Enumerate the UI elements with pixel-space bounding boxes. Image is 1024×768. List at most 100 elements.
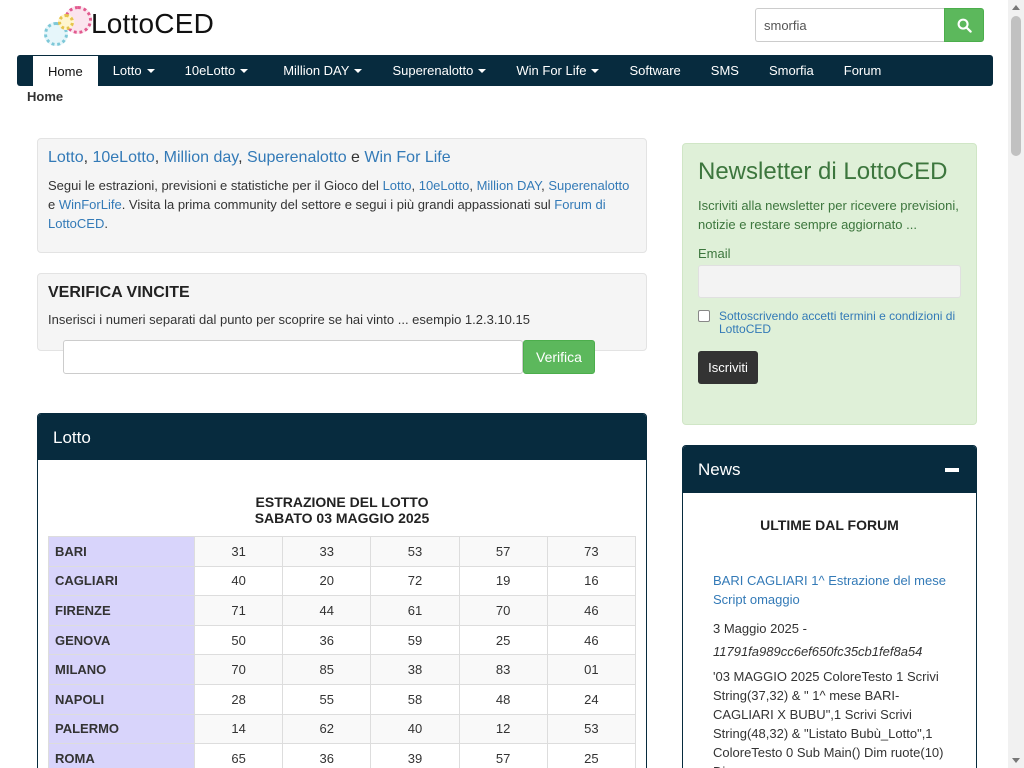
text-link-lotto[interactable]: Lotto [383, 178, 412, 193]
drawn-number: 65 [193, 743, 284, 768]
table-row: MILANO 70 85 38 83 01 [48, 654, 637, 685]
lotto-draw-caption: ESTRAZIONE DEL LOTTO SABATO 03 MAGGIO 20… [254, 494, 430, 526]
intro-link-million-day[interactable]: Million day [164, 149, 238, 166]
wheel-name: BARI [48, 536, 195, 567]
drawn-number: 01 [546, 654, 637, 685]
verify-form: Verifica [63, 340, 595, 374]
intro-link-lotto[interactable]: Lotto [48, 149, 84, 166]
news-post-hash: 11791fa989cc6ef650fc35cb1fef8a54 [713, 644, 923, 659]
nav-win-for-life[interactable]: Win For Life [501, 55, 614, 86]
intro-text: Segui le estrazioni, previsioni e statis… [48, 178, 630, 231]
wheel-name: GENOVA [48, 624, 195, 656]
collapse-minus-icon[interactable] [945, 468, 959, 472]
scroll-up-arrow-icon[interactable] [1012, 5, 1020, 10]
wheel-name: PALERMO [48, 713, 195, 745]
intro-link-superenalotto[interactable]: Superenalotto [247, 149, 347, 166]
drawn-number: 14 [193, 713, 284, 745]
drawn-number: 25 [458, 624, 548, 656]
text-link-superenalotto[interactable]: Superenalotto [548, 178, 629, 193]
news-panel-header: News [683, 446, 976, 493]
drawn-number: 70 [193, 654, 284, 685]
news-panel: News ULTIME DAL FORUM BARI CAGLIARI 1^ E… [682, 445, 977, 768]
news-post-date: 3 Maggio 2025 - [713, 621, 807, 636]
text-link-10elotto[interactable]: 10eLotto [419, 178, 470, 193]
verify-title: VERIFICA VINCITE [48, 284, 190, 301]
table-row: PALERMO 14 62 40 12 53 [48, 713, 637, 745]
drawn-number: 85 [282, 654, 372, 685]
nav-million-day[interactable]: Million DAY [263, 55, 377, 86]
page-scrollbar[interactable] [1008, 0, 1024, 768]
nav-sms[interactable]: SMS [696, 55, 754, 86]
nav-software[interactable]: Software [614, 55, 695, 86]
drawn-number: 58 [370, 683, 460, 715]
subscribe-button[interactable]: Iscriviti [698, 351, 758, 384]
site-logo[interactable]: LottoCED [44, 6, 234, 46]
drawn-number: 25 [546, 743, 637, 768]
search-button[interactable] [944, 8, 984, 42]
caret-down-icon [240, 68, 249, 73]
drawn-number: 44 [282, 595, 372, 626]
intro-title: Lotto, 10eLotto, Million day, Superenalo… [48, 149, 451, 166]
consent-link[interactable]: Sottoscrivendo accetti termini e condizi… [719, 310, 961, 336]
caret-down-icon [354, 68, 363, 73]
scroll-down-arrow-icon[interactable] [1012, 758, 1020, 763]
verify-numbers-input[interactable] [63, 340, 523, 374]
breadcrumb: Home [27, 89, 64, 104]
intro-link-win-for-life[interactable]: Win For Life [364, 149, 450, 166]
drawn-number: 40 [370, 713, 460, 745]
drawn-number: 57 [458, 743, 548, 768]
wheel-name: CAGLIARI [48, 565, 195, 597]
drawn-number: 57 [458, 536, 548, 567]
drawn-number: 62 [282, 713, 372, 745]
nav-forum[interactable]: Forum [829, 55, 897, 86]
gears-logo-icon [44, 6, 94, 46]
lotto-panel-header: Lotto [38, 414, 646, 460]
table-row: GENOVA 50 36 59 25 46 [48, 624, 637, 656]
drawn-number: 50 [193, 624, 284, 656]
drawn-number: 55 [282, 683, 372, 715]
news-post-excerpt: '03 MAGGIO 2025 ColoreTesto 1 Scrivi Str… [713, 669, 944, 768]
intro-link-10elotto[interactable]: 10eLotto [92, 149, 154, 166]
consent-checkbox[interactable] [698, 310, 710, 322]
drawn-number: 71 [193, 595, 284, 626]
newsletter-title: Newsletter di LottoCED [698, 158, 948, 185]
scrollbar-thumb[interactable] [1011, 16, 1021, 156]
drawn-number: 73 [546, 536, 637, 567]
nav-10elotto[interactable]: 10eLotto [170, 55, 264, 86]
search-form [755, 8, 984, 42]
newsletter-description: Iscriviti alla newsletter per ricevere p… [698, 198, 959, 232]
drawn-number: 28 [193, 683, 284, 715]
nav-home[interactable]: Home [33, 56, 98, 86]
wheel-name: FIRENZE [48, 595, 195, 626]
drawn-number: 12 [458, 713, 548, 745]
text-link-million-day[interactable]: Million DAY [477, 178, 542, 193]
drawn-number: 24 [546, 683, 637, 715]
news-item: BARI CAGLIARI 1^ Estrazione del mese Scr… [683, 571, 976, 768]
nav-superenalotto[interactable]: Superenalotto [377, 55, 501, 86]
nav-smorfia[interactable]: Smorfia [754, 55, 829, 86]
drawn-number: 53 [370, 536, 460, 567]
drawn-number: 36 [282, 743, 372, 768]
email-label: Email [698, 246, 731, 261]
consent-row: Sottoscrivendo accetti termini e condizi… [698, 310, 961, 336]
news-post-link[interactable]: BARI CAGLIARI 1^ Estrazione del mese Scr… [713, 571, 946, 609]
wheel-name: NAPOLI [48, 683, 195, 715]
drawn-number: 40 [193, 565, 284, 597]
drawn-number: 33 [282, 536, 372, 567]
caret-down-icon [478, 68, 487, 73]
search-icon [957, 18, 972, 33]
drawn-number: 53 [546, 713, 637, 745]
drawn-number: 61 [370, 595, 460, 626]
email-field[interactable] [698, 265, 961, 298]
table-row: BARI 31 33 53 57 73 [48, 536, 637, 567]
search-input[interactable] [755, 8, 944, 42]
verify-button[interactable]: Verifica [523, 340, 595, 374]
drawn-number: 31 [193, 536, 284, 567]
caret-down-icon [146, 68, 155, 73]
table-row: FIRENZE 71 44 61 70 46 [48, 595, 637, 626]
nav-lotto[interactable]: Lotto [98, 55, 170, 86]
main-navbar: Home Lotto 10eLotto Million DAY Superena… [17, 55, 993, 86]
text-link-winforlife[interactable]: WinForLife [59, 197, 122, 212]
verify-instructions: Inserisci i numeri separati dal punto pe… [48, 312, 530, 327]
drawn-number: 70 [458, 595, 548, 626]
